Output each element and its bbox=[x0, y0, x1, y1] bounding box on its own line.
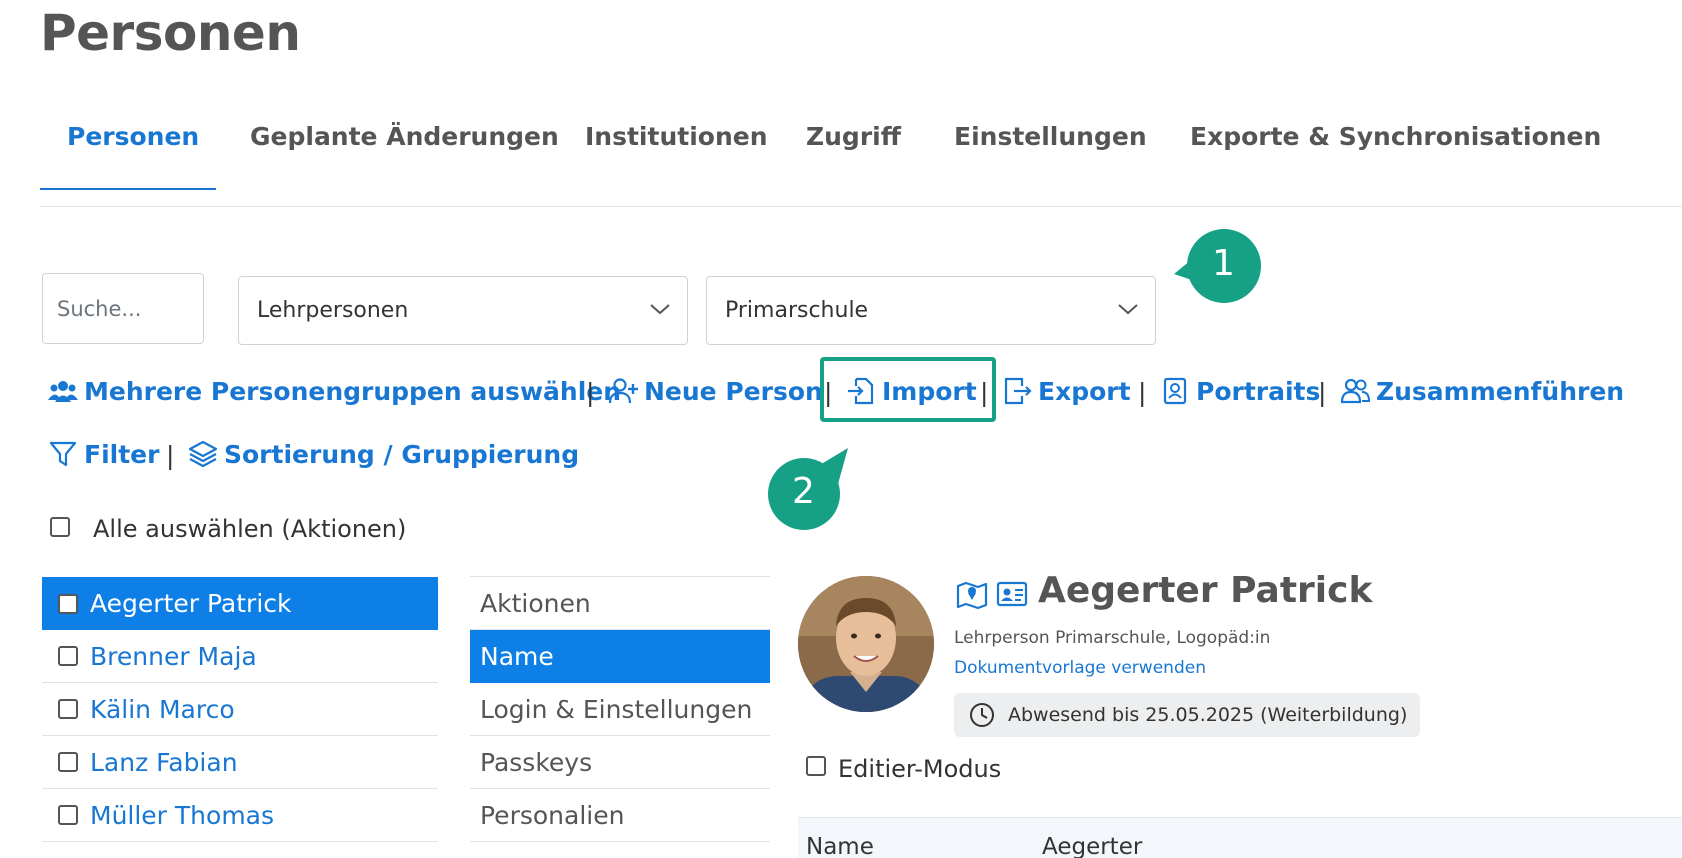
tab-divider bbox=[40, 206, 1682, 207]
callout-2-number: 2 bbox=[792, 471, 815, 512]
export-label: Export bbox=[1038, 376, 1131, 406]
menu-item-name[interactable]: Name bbox=[470, 630, 770, 683]
person-name: Müller Thomas bbox=[90, 800, 275, 830]
select-groups-action[interactable]: Mehrere Personengruppen auswählen bbox=[48, 376, 621, 406]
tab-institutionen[interactable]: Institutionen bbox=[585, 122, 768, 151]
separator: | bbox=[980, 378, 989, 407]
callout-2: 2 bbox=[766, 446, 850, 532]
separator: | bbox=[1318, 378, 1327, 407]
separator: | bbox=[586, 378, 595, 407]
menu-item-passkeys[interactable]: Passkeys bbox=[470, 736, 770, 789]
sort-group-action[interactable]: Sortierung / Gruppierung bbox=[188, 439, 579, 469]
person-group-select-value: Lehrpersonen bbox=[257, 298, 409, 323]
callout-1: 1 bbox=[1172, 226, 1262, 306]
new-person-label: Neue Person bbox=[644, 376, 823, 406]
select-all-label: Alle auswählen (Aktionen) bbox=[93, 515, 407, 543]
merge-label: Zusammenführen bbox=[1376, 376, 1625, 406]
edit-mode-checkbox[interactable] bbox=[806, 756, 826, 776]
filter-icon bbox=[49, 441, 77, 467]
id-card-icon[interactable] bbox=[996, 580, 1028, 608]
new-person-action[interactable]: Neue Person bbox=[608, 376, 823, 406]
tab-personen[interactable]: Personen bbox=[67, 122, 199, 151]
map-marker-icon[interactable] bbox=[956, 578, 988, 610]
sort-group-label: Sortierung / Gruppierung bbox=[224, 439, 580, 469]
person-checkbox[interactable] bbox=[58, 752, 78, 772]
person-row[interactable]: Brenner Maja bbox=[42, 630, 438, 683]
file-export-icon bbox=[1004, 377, 1032, 405]
person-row[interactable]: Lanz Fabian bbox=[42, 736, 438, 789]
filter-label: Filter bbox=[84, 439, 160, 469]
user-plus-icon bbox=[608, 378, 638, 404]
detail-table-header: Name Aegerter bbox=[798, 817, 1682, 858]
person-checkbox[interactable] bbox=[58, 805, 78, 825]
person-row[interactable]: Müller Thomas bbox=[42, 789, 438, 842]
merge-action[interactable]: Zusammenführen bbox=[1340, 376, 1624, 406]
portrait-photo bbox=[798, 576, 934, 712]
avatar bbox=[798, 576, 934, 712]
tab-einstellungen[interactable]: Einstellungen bbox=[954, 122, 1147, 151]
chevron-down-icon bbox=[1118, 304, 1138, 315]
template-link[interactable]: Dokumentvorlage verwenden bbox=[954, 658, 1206, 678]
select-all-checkbox[interactable] bbox=[50, 517, 70, 537]
active-tab-indicator bbox=[40, 188, 216, 190]
person-checkbox[interactable] bbox=[58, 699, 78, 719]
person-name: Aegerter Patrick bbox=[90, 589, 292, 618]
person-row[interactable]: Aegerter Patrick bbox=[42, 577, 438, 630]
layers-icon bbox=[188, 440, 218, 468]
page-title: Personen bbox=[40, 4, 301, 62]
menu-item-aktionen[interactable]: Aktionen bbox=[470, 577, 770, 630]
person-name: Lanz Fabian bbox=[90, 747, 238, 777]
detail-person-name: Aegerter Patrick bbox=[1038, 570, 1373, 611]
clock-icon bbox=[970, 703, 994, 727]
callout-1-number: 1 bbox=[1212, 243, 1235, 284]
portrait-icon bbox=[1163, 377, 1187, 405]
chevron-down-icon bbox=[650, 304, 670, 315]
table-value-name: Aegerter bbox=[1042, 834, 1143, 858]
edit-mode-label: Editier-Modus bbox=[838, 755, 1002, 783]
import-highlight-box bbox=[820, 357, 996, 422]
person-row[interactable]: Kälin Marco bbox=[42, 683, 438, 736]
school-select[interactable]: Primarschule bbox=[706, 276, 1156, 345]
person-checkbox[interactable] bbox=[58, 646, 78, 666]
tab-exporte-synchronisationen[interactable]: Exporte & Synchronisationen bbox=[1190, 122, 1601, 151]
person-name: Kälin Marco bbox=[90, 694, 235, 724]
separator: | bbox=[1138, 378, 1147, 407]
menu-item-personalien[interactable]: Personalien bbox=[470, 789, 770, 842]
select-groups-label: Mehrere Personengruppen auswählen bbox=[84, 376, 622, 406]
separator: | bbox=[166, 441, 175, 470]
table-label-name: Name bbox=[806, 834, 874, 858]
users-icon bbox=[48, 381, 78, 402]
school-select-value: Primarschule bbox=[725, 298, 869, 323]
portraits-label: Portraits bbox=[1196, 376, 1321, 406]
tab-zugriff[interactable]: Zugriff bbox=[806, 122, 901, 151]
menu-item-login[interactable]: Login & Einstellungen bbox=[470, 683, 770, 736]
detail-role: Lehrperson Primarschule, Logopäd:in bbox=[954, 628, 1271, 648]
absence-badge: Abwesend bis 25.05.2025 (Weiterbildung) bbox=[954, 693, 1420, 737]
person-group-select[interactable]: Lehrpersonen bbox=[238, 276, 688, 345]
search-input[interactable] bbox=[42, 273, 204, 344]
portraits-action[interactable]: Portraits bbox=[1160, 376, 1320, 406]
tab-geplante-aenderungen[interactable]: Geplante Änderungen bbox=[250, 122, 559, 151]
absence-text: Abwesend bis 25.05.2025 (Weiterbildung) bbox=[1008, 704, 1408, 726]
filter-action[interactable]: Filter bbox=[48, 439, 159, 469]
person-checkbox[interactable] bbox=[58, 593, 78, 614]
person-name: Brenner Maja bbox=[90, 641, 257, 671]
export-action[interactable]: Export bbox=[1002, 376, 1131, 406]
users-merge-icon bbox=[1340, 378, 1370, 404]
